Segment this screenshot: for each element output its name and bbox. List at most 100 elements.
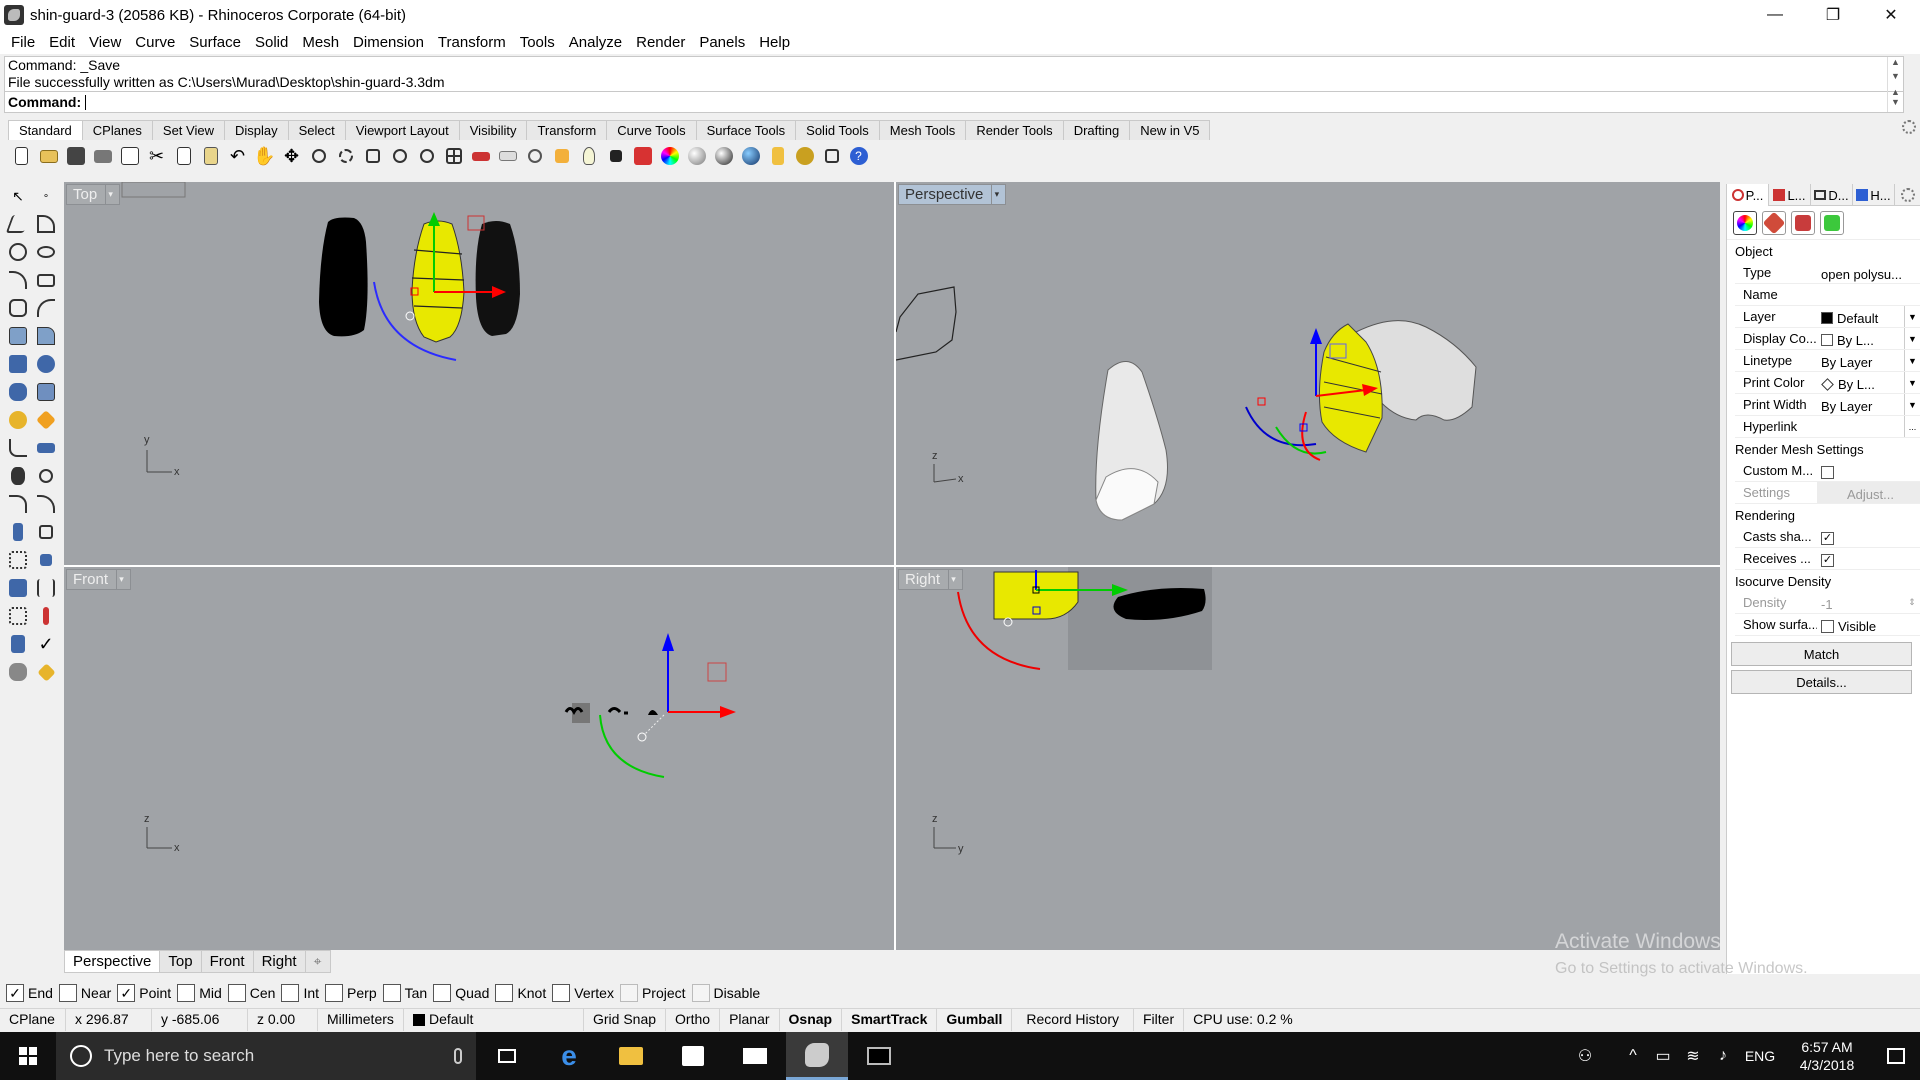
osnap-tan-checkbox[interactable] bbox=[382, 984, 401, 1002]
maximize-button[interactable]: ❐ bbox=[1804, 0, 1862, 30]
add-viewport-tab-icon[interactable]: ⌖ bbox=[304, 950, 331, 973]
zoom-icon[interactable] bbox=[305, 144, 332, 168]
viewport-menu-arrow-icon[interactable]: ▾ bbox=[116, 570, 126, 589]
viewport-title-top[interactable]: Top ▾ bbox=[66, 184, 121, 205]
color-wheel-icon[interactable] bbox=[656, 144, 683, 168]
tab-properties[interactable]: P... bbox=[1727, 184, 1769, 206]
density-stepper[interactable]: -1 ⇕ bbox=[1817, 592, 1920, 613]
tab-perspective[interactable]: Perspective bbox=[64, 950, 161, 973]
prop-receives-shadows[interactable]: Receives ... ✓ bbox=[1735, 548, 1920, 570]
tab-set-view[interactable]: Set View bbox=[151, 120, 225, 140]
custom-mesh-value[interactable] bbox=[1817, 460, 1920, 481]
status-filter[interactable]: Filter bbox=[1134, 1008, 1185, 1031]
copy-object-icon[interactable] bbox=[32, 518, 60, 546]
grid-points-icon[interactable] bbox=[4, 602, 32, 630]
osnap-vertex-checkbox[interactable] bbox=[552, 984, 571, 1002]
tab-front[interactable]: Front bbox=[200, 950, 254, 973]
tab-display[interactable]: Display bbox=[223, 120, 289, 140]
show-surface-value[interactable]: Visible bbox=[1817, 614, 1920, 635]
select-arrow-icon[interactable]: ↖ bbox=[4, 182, 32, 210]
new-file-icon[interactable] bbox=[8, 144, 35, 168]
control-points-icon[interactable] bbox=[32, 602, 60, 630]
viewport-menu-arrow-icon[interactable]: ▾ bbox=[105, 185, 115, 204]
menu-tools[interactable]: Tools bbox=[513, 34, 562, 51]
chevron-down-icon[interactable]: ▼ bbox=[1904, 372, 1920, 393]
command-input-caret[interactable] bbox=[85, 94, 87, 110]
taskbar-search[interactable]: Type here to search bbox=[56, 1032, 476, 1080]
viewport-title-right[interactable]: Right ▾ bbox=[898, 569, 964, 590]
menu-render[interactable]: Render bbox=[629, 34, 692, 51]
tab-solid-tools[interactable]: Solid Tools bbox=[795, 120, 880, 140]
osnap-end-checkbox[interactable]: ✓ bbox=[6, 984, 24, 1002]
tab-drafting[interactable]: Drafting bbox=[1062, 120, 1131, 140]
match-button[interactable]: Match bbox=[1731, 642, 1912, 666]
status-record-history[interactable]: Record History bbox=[1012, 1008, 1134, 1031]
osnap-vertex[interactable]: Vertex bbox=[552, 984, 614, 1002]
trim-icon[interactable] bbox=[4, 462, 32, 490]
osnap-quad-checkbox[interactable] bbox=[433, 984, 452, 1002]
tab-standard[interactable]: Standard bbox=[8, 120, 83, 140]
wifi-icon[interactable]: ≋ bbox=[1678, 1032, 1708, 1080]
mesh-icon[interactable] bbox=[32, 378, 60, 406]
check-icon[interactable]: ✓ bbox=[32, 630, 60, 658]
viewport-front[interactable]: Front ▾ z x bbox=[64, 567, 894, 950]
osnap-knot[interactable]: Knot bbox=[495, 984, 546, 1002]
lock-icon[interactable] bbox=[602, 144, 629, 168]
status-ortho[interactable]: Ortho bbox=[666, 1008, 721, 1031]
chevron-up-icon[interactable]: ^ bbox=[1618, 1032, 1648, 1080]
ellipse-icon[interactable] bbox=[32, 238, 60, 266]
analyze-icon[interactable] bbox=[4, 630, 32, 658]
file-explorer-button[interactable] bbox=[600, 1032, 662, 1080]
store-button[interactable] bbox=[662, 1032, 724, 1080]
circle-icon[interactable] bbox=[4, 238, 32, 266]
battery-icon[interactable]: ▭ bbox=[1648, 1032, 1678, 1080]
menu-panels[interactable]: Panels bbox=[692, 34, 752, 51]
prop-show-surface[interactable]: Show surfa... Visible bbox=[1735, 614, 1920, 636]
snap-tools-icon[interactable] bbox=[818, 144, 845, 168]
viewport-menu-arrow-icon[interactable]: ▾ bbox=[991, 185, 1001, 204]
chamfer-icon[interactable] bbox=[32, 434, 60, 462]
osnap-project-checkbox[interactable] bbox=[619, 984, 638, 1002]
taskbar-clock[interactable]: 6:57 AM 4/3/2018 bbox=[1782, 1038, 1872, 1074]
prop-name-input[interactable] bbox=[1817, 284, 1920, 305]
zoom-extents-icon[interactable] bbox=[359, 144, 386, 168]
box-icon[interactable] bbox=[4, 350, 32, 378]
object-properties-icon[interactable] bbox=[1733, 210, 1757, 235]
toolbar-options-gear-icon[interactable] bbox=[1902, 120, 1916, 134]
close-button[interactable]: ✕ bbox=[1862, 0, 1920, 30]
viewport-right[interactable]: Right ▾ z y bbox=[896, 567, 1720, 950]
cplane-icon[interactable] bbox=[521, 144, 548, 168]
osnap-point[interactable]: ✓ Point bbox=[117, 984, 171, 1002]
prop-print-width[interactable]: Print Width By Layer ▼ bbox=[1735, 394, 1920, 416]
arc-icon[interactable] bbox=[4, 266, 32, 294]
render-tools-icon[interactable] bbox=[4, 658, 32, 686]
tab-top[interactable]: Top bbox=[159, 950, 202, 973]
adjust-button[interactable]: Adjust... bbox=[1817, 482, 1920, 503]
prop-print-color[interactable]: Print Color By L... ▼ bbox=[1735, 372, 1920, 394]
open-file-icon[interactable] bbox=[35, 144, 62, 168]
options-gear-icon[interactable] bbox=[791, 144, 818, 168]
viewport-title-perspective[interactable]: Perspective ▾ bbox=[898, 184, 1007, 205]
menu-curve[interactable]: Curve bbox=[128, 34, 182, 51]
volume-muted-icon[interactable]: ♪ bbox=[1708, 1032, 1738, 1080]
chevron-down-icon[interactable]: ▼ bbox=[1904, 350, 1920, 371]
osnap-disable-checkbox[interactable] bbox=[691, 984, 710, 1002]
points-icon[interactable] bbox=[548, 144, 575, 168]
menu-edit[interactable]: Edit bbox=[42, 34, 82, 51]
tab-new-in-v5[interactable]: New in V5 bbox=[1129, 120, 1211, 140]
prop-print-color-select[interactable]: By L... ▼ bbox=[1817, 372, 1920, 393]
osnap-near[interactable]: Near bbox=[58, 984, 111, 1002]
osnap-tan[interactable]: Tan bbox=[382, 984, 427, 1002]
zoom-window-icon[interactable] bbox=[332, 144, 359, 168]
rhino-taskbar-button[interactable] bbox=[786, 1032, 848, 1080]
export-icon[interactable] bbox=[116, 144, 143, 168]
boolean-icon[interactable] bbox=[4, 406, 32, 434]
scroll-down-icon[interactable]: ▼ bbox=[1891, 97, 1900, 107]
tab-layers[interactable]: L... bbox=[1769, 184, 1811, 206]
rendered-sphere-icon[interactable] bbox=[737, 144, 764, 168]
object-snap-icon[interactable] bbox=[494, 144, 521, 168]
viewport-perspective[interactable]: Perspective ▾ z x bbox=[896, 182, 1720, 565]
chevron-down-icon[interactable]: ▼ bbox=[1904, 328, 1920, 349]
chevron-down-icon[interactable]: ▼ bbox=[1904, 394, 1920, 415]
properties-icon[interactable] bbox=[764, 144, 791, 168]
